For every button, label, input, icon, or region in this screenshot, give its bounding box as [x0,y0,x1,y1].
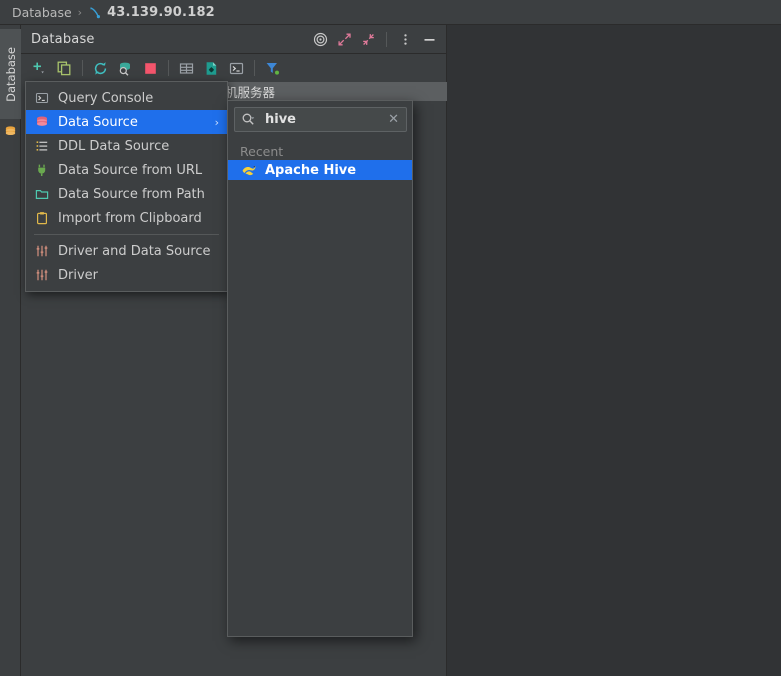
sidebar-tab-label: Database [3,46,18,102]
menu-item-data-source[interactable]: Data Source › [26,110,227,134]
breadcrumb-bar: Database › 43.139.90.182 [0,0,781,25]
menu-item-driver[interactable]: Driver [26,263,227,287]
data-source-search-popup: hive ✕ Recent Apache Hive [227,100,413,637]
database-toolbar [21,54,446,82]
funnel-icon[interactable] [260,56,285,80]
terminal-icon[interactable] [224,56,249,80]
menu-item-label: DDL Data Source [58,138,170,154]
plus-dropdown-icon[interactable] [27,56,52,80]
breadcrumb-host[interactable]: 43.139.90.182 [107,5,215,20]
database-stack-icon [32,114,52,130]
toolbar-separator [254,60,255,76]
copy-icon[interactable] [52,56,77,80]
toolbar-separator [82,60,83,76]
menu-item-query-console[interactable]: Query Console [26,86,227,110]
expand-arrows-icon[interactable] [333,28,355,50]
search-group-label: Recent [240,143,284,159]
tree-selected-node-label[interactable]: 机服务器 [221,82,447,101]
sliders-icon [32,267,52,283]
chevron-right-icon: › [214,115,219,129]
search-result-apache-hive[interactable]: Apache Hive [228,160,412,180]
search-input-value[interactable]: hive [265,112,296,127]
menu-item-label: Driver and Data Source [58,243,211,259]
apache-hive-icon [240,162,258,178]
vertical-dots-icon[interactable] [394,28,416,50]
database-search-icon[interactable] [113,56,138,80]
database-connection-icon [88,6,102,20]
sliders-icon [32,243,52,259]
tool-window-actions [309,25,440,53]
ide-root: Database › 43.139.90.182 Database Databa… [0,0,781,676]
clipboard-icon [32,210,52,226]
search-dropdown-icon[interactable] [241,112,256,127]
sidebar-tab-database[interactable]: Database [0,29,21,119]
close-icon[interactable]: ✕ [388,113,399,126]
sql-file-icon[interactable] [199,56,224,80]
breadcrumb-root[interactable]: Database [12,5,72,20]
minimize-icon[interactable] [418,28,440,50]
menu-item-import-from-clipboard[interactable]: Import from Clipboard [26,206,227,230]
menu-item-label: Driver [58,267,99,283]
table-grid-icon[interactable] [174,56,199,80]
search-result-label: Apache Hive [265,162,357,178]
menu-separator [34,234,219,235]
editor-area [448,25,781,676]
collapse-arrows-icon[interactable] [357,28,379,50]
stop-square-icon[interactable] [138,56,163,80]
menu-item-label: Data Source from Path [58,186,205,202]
menu-item-label: Data Source [58,114,138,130]
database-stack-icon [4,125,17,138]
tool-window-title: Database [31,31,95,47]
folder-icon [32,186,52,202]
breadcrumb-separator: › [77,5,83,19]
ddl-list-icon [32,138,52,154]
tool-window-stripe: Database [0,25,21,676]
menu-item-ddl-data-source[interactable]: DDL Data Source [26,134,227,158]
search-field[interactable]: hive ✕ [234,107,407,132]
menu-item-driver-and-data-source[interactable]: Driver and Data Source [26,239,227,263]
terminal-icon [32,90,52,106]
new-data-source-menu: Query Console Data Source › DDL Data Sou… [25,81,228,292]
menu-item-label: Data Source from URL [58,162,203,178]
menu-item-data-source-from-path[interactable]: Data Source from Path [26,182,227,206]
menu-item-data-source-from-url[interactable]: Data Source from URL [26,158,227,182]
settings-target-icon[interactable] [309,28,331,50]
menu-item-label: Import from Clipboard [58,210,202,226]
toolbar-separator [168,60,169,76]
plug-icon [32,162,52,178]
toolbar-divider [386,31,387,47]
menu-item-label: Query Console [58,90,154,106]
refresh-icon[interactable] [88,56,113,80]
tool-window-header: Database [21,25,446,54]
